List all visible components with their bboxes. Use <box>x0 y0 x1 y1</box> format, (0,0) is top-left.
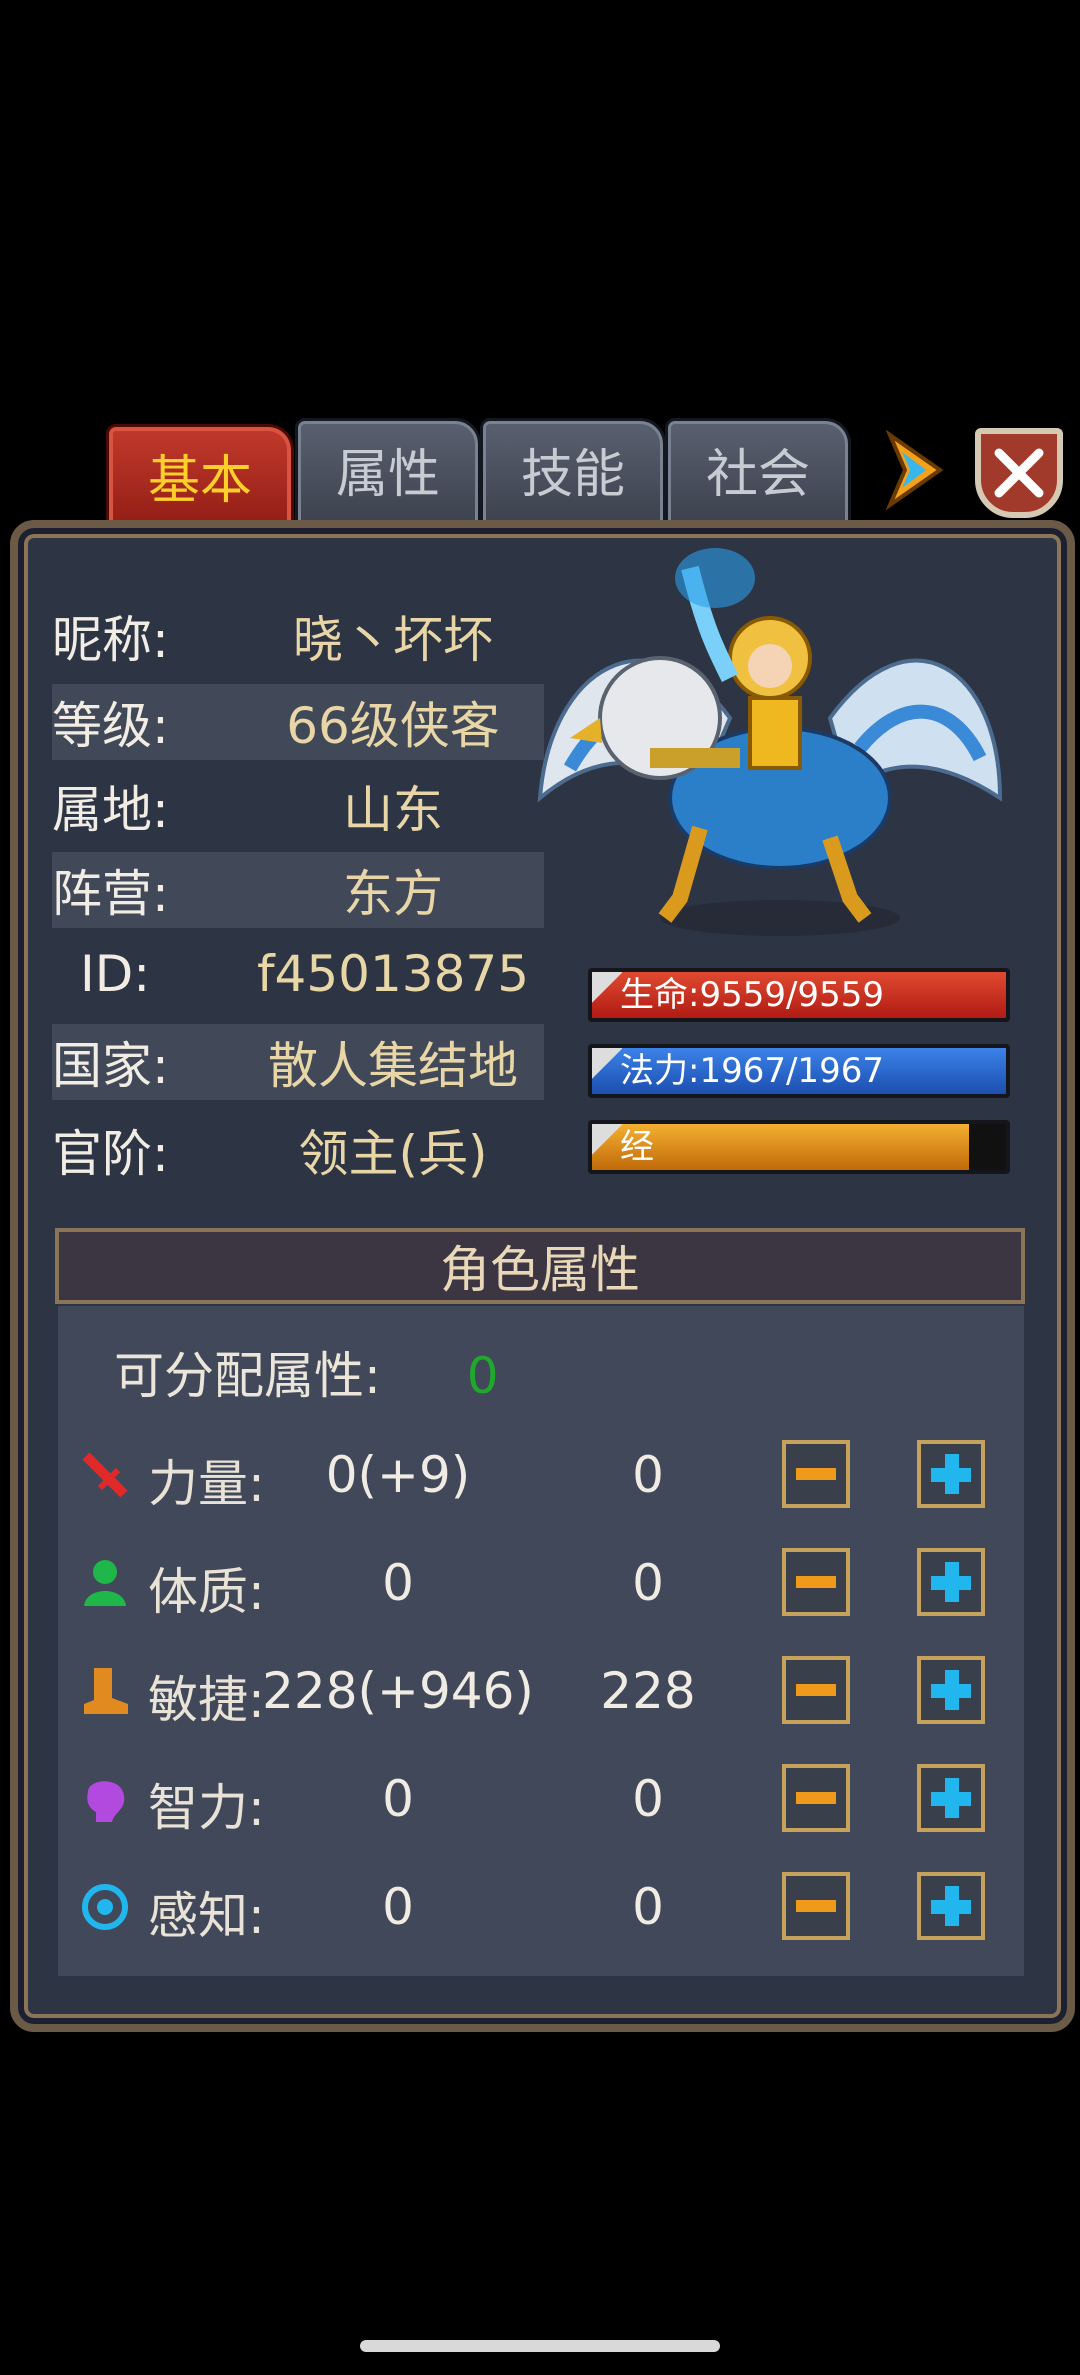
person-icon <box>84 1560 126 1606</box>
attr-row-agility: 敏捷: 228(+946) 228 <box>58 1650 1024 1730</box>
attribute-box: 可分配属性: 0 力量: 0(+9) 0 体质: 0 0 敏捷: 228(+94… <box>58 1306 1024 1976</box>
attr-row-perception: 感知: 0 0 <box>58 1866 1024 1946</box>
plus-icon-vertical <box>945 1778 959 1818</box>
rank-row: 官阶: 领主(兵) <box>52 1112 544 1188</box>
nickname-label: 昵称: <box>52 611 169 669</box>
level-row: 等级: 66级侠客 <box>52 684 544 760</box>
rank-value: 领主(兵) <box>298 1125 488 1183</box>
plus-icon-vertical <box>945 1454 959 1494</box>
level-value: 66级侠客 <box>286 697 500 755</box>
perception-plus-button[interactable] <box>917 1872 985 1940</box>
minus-icon <box>796 1468 836 1480</box>
tab-basic-label: 基本 <box>147 450 252 511</box>
perception-minus-button[interactable] <box>782 1872 850 1940</box>
attr-base: 228 <box>600 1662 696 1720</box>
exp-bar-tip <box>592 1124 622 1170</box>
boot-icon <box>84 1668 128 1714</box>
id-row: ID: f45013875 <box>52 936 544 1012</box>
id-label: ID: <box>80 945 151 1003</box>
level-label: 等级: <box>52 697 169 755</box>
attr-base: 0 <box>632 1878 664 1936</box>
intelligence-plus-button[interactable] <box>917 1764 985 1832</box>
camp-label: 阵营: <box>52 865 169 923</box>
constitution-plus-button[interactable] <box>917 1548 985 1616</box>
hp-bar-tip <box>592 972 622 1018</box>
constitution-minus-button[interactable] <box>782 1548 850 1616</box>
id-value: f45013875 <box>256 945 530 1003</box>
nickname-value: 晓丶坏坏 <box>293 611 493 669</box>
strength-plus-button[interactable] <box>917 1440 985 1508</box>
agility-minus-button[interactable] <box>782 1656 850 1724</box>
attr-base: 0 <box>632 1770 664 1828</box>
home-indicator[interactable] <box>360 2340 720 2352</box>
agility-plus-button[interactable] <box>917 1656 985 1724</box>
attribute-title-text: 角色属性 <box>440 1241 640 1299</box>
minus-icon <box>796 1576 836 1588</box>
allocatable-row: 可分配属性: 0 <box>114 1336 499 1408</box>
tab-skills-label: 技能 <box>520 444 625 505</box>
exp-bar: 经验:4361744/4791560 <box>588 1120 1010 1174</box>
attribute-section-title: 角色属性 <box>55 1228 1025 1304</box>
sword-icon <box>82 1452 128 1498</box>
attr-value: 228(+946) <box>262 1662 534 1720</box>
rank-label: 官阶: <box>52 1125 169 1183</box>
plus-icon-vertical <box>945 1562 959 1602</box>
attr-value: 0(+9) <box>325 1446 471 1504</box>
attr-row-intelligence: 智力: 0 0 <box>58 1758 1024 1838</box>
attr-base: 0 <box>632 1446 664 1504</box>
plus-icon-vertical <box>945 1886 959 1926</box>
nickname-row: 昵称: 晓丶坏坏 <box>52 598 544 674</box>
next-button[interactable] <box>880 429 950 511</box>
hp-bar: 生命:9559/9559 <box>588 968 1010 1022</box>
region-label: 属地: <box>52 781 169 839</box>
intelligence-minus-button[interactable] <box>782 1764 850 1832</box>
minus-icon <box>796 1792 836 1804</box>
attr-value: 0 <box>382 1554 414 1612</box>
camp-row: 阵营: 东方 <box>52 852 544 928</box>
character-mount-avatar <box>537 548 1003 936</box>
attr-row-constitution: 体质: 0 0 <box>58 1542 1024 1622</box>
tab-social[interactable]: 社会 <box>665 418 851 532</box>
attr-value: 0 <box>382 1770 414 1828</box>
close-button[interactable] <box>975 428 1063 518</box>
tab-skills[interactable]: 技能 <box>480 418 666 532</box>
brain-icon <box>87 1781 125 1822</box>
attr-value: 0 <box>382 1878 414 1936</box>
arrow-right-icon <box>885 429 944 511</box>
close-icon <box>994 448 1044 498</box>
mp-bar-text: 法力:1967/1967 <box>620 1051 884 1091</box>
camp-value: 东方 <box>343 865 443 923</box>
strength-minus-button[interactable] <box>782 1440 850 1508</box>
minus-icon <box>796 1684 836 1696</box>
tab-attributes-label: 属性 <box>335 444 440 505</box>
attr-base: 0 <box>632 1554 664 1612</box>
country-row: 国家: 散人集结地 <box>52 1024 544 1100</box>
minus-icon <box>796 1900 836 1912</box>
plus-icon-vertical <box>945 1670 959 1710</box>
tab-attributes[interactable]: 属性 <box>295 418 481 532</box>
tab-social-label: 社会 <box>705 444 810 505</box>
allocatable-value: 0 <box>466 1347 499 1405</box>
mp-bar: 法力:1967/1967 <box>588 1044 1010 1098</box>
region-value: 山东 <box>343 781 443 839</box>
country-value: 散人集结地 <box>268 1037 518 1095</box>
hp-bar-text: 生命:9559/9559 <box>620 975 884 1015</box>
region-row: 属地: 山东 <box>52 768 544 844</box>
target-icon <box>82 1884 128 1930</box>
allocatable-label: 可分配属性: <box>114 1347 381 1405</box>
country-label: 国家: <box>52 1037 169 1095</box>
attr-row-strength: 力量: 0(+9) 0 <box>58 1434 1024 1514</box>
mp-bar-tip <box>592 1048 622 1094</box>
